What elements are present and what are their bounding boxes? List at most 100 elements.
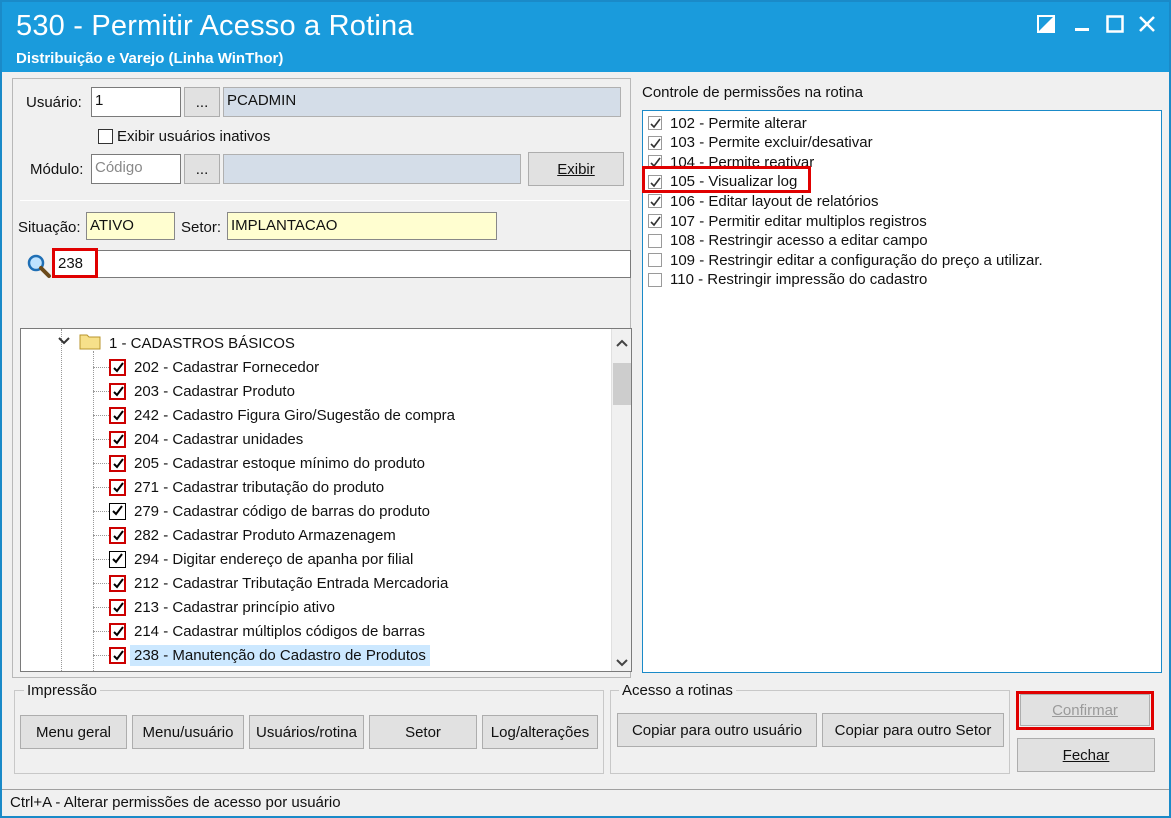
tree-item-label: 279 - Cadastrar código de barras do prod…	[134, 502, 431, 520]
permission-checkbox[interactable]	[648, 155, 662, 170]
permission-checkbox[interactable]	[648, 272, 662, 287]
copiar-usuario-button[interactable]: Copiar para outro usuário	[617, 713, 817, 747]
chevron-down-icon[interactable]	[57, 334, 71, 352]
situacao-field: ATIVO	[86, 212, 175, 240]
tree-item-checkbox[interactable]	[109, 382, 126, 400]
tree-item[interactable]: 212 - Cadastrar Tributação Entrada Merca…	[93, 571, 448, 595]
setor-button[interactable]: Setor	[369, 715, 477, 749]
permission-checkbox[interactable]	[648, 135, 662, 150]
routine-tree[interactable]: 1 - CADASTROS BÁSICOS 202 - Cadastrar Fo…	[20, 328, 632, 672]
tree-item[interactable]: 238 - Manutenção do Cadastro de Produtos	[93, 643, 430, 667]
tree-item-checkbox[interactable]	[109, 550, 126, 568]
close-icon[interactable]	[1135, 12, 1159, 36]
usuario-lookup-button[interactable]: ...	[184, 87, 220, 117]
tree-item[interactable]: 214 - Cadastrar múltiplos códigos de bar…	[93, 619, 425, 643]
tree-item[interactable]: 203 - Cadastrar Produto	[93, 379, 295, 403]
permission-checkbox[interactable]	[648, 253, 662, 268]
situacao-label: Situação:	[18, 219, 81, 236]
usuario-name-field: PCADMIN	[223, 87, 621, 117]
tree-item[interactable]: 279 - Cadastrar código de barras do prod…	[93, 499, 430, 523]
restore-layout-icon[interactable]	[1034, 12, 1058, 36]
tree-connector	[93, 462, 109, 464]
tree-item-checkbox[interactable]	[109, 598, 126, 616]
status-bar: Ctrl+A - Alterar permissões de acesso po…	[2, 789, 1169, 816]
tree-item[interactable]: 202 - Cadastrar Fornecedor	[93, 355, 319, 379]
tree-item-checkbox[interactable]	[109, 526, 126, 544]
window-title: 530 - Permitir Acesso a Rotina	[16, 10, 414, 42]
folder-icon	[79, 332, 101, 354]
permission-item[interactable]: 110 - Restringir impressão do cadastro	[648, 270, 927, 290]
permission-item[interactable]: 102 - Permite alterar	[648, 113, 807, 133]
tree-item-checkbox[interactable]	[109, 430, 126, 448]
menu-usuario-button[interactable]: Menu/usuário	[132, 715, 244, 749]
tree-connector	[93, 510, 109, 512]
menu-geral-button[interactable]: Menu geral	[20, 715, 127, 749]
permission-item[interactable]: 107 - Permitir editar multiplos registro…	[648, 211, 927, 231]
tree-item-checkbox[interactable]	[109, 454, 126, 472]
tree-item[interactable]: 294 - Digitar endereço de apanha por fil…	[93, 547, 413, 571]
tree-item[interactable]: 204 - Cadastrar unidades	[93, 427, 303, 451]
scroll-down-icon[interactable]	[615, 655, 629, 671]
tree-connector	[93, 654, 109, 656]
log-alteracoes-button[interactable]: Log/alterações	[482, 715, 598, 749]
inativos-label: Exibir usuários inativos	[117, 128, 271, 145]
exibir-button[interactable]: Exibir	[528, 152, 624, 186]
tree-item[interactable]: 213 - Cadastrar princípio ativo	[93, 595, 335, 619]
tree-item-checkbox[interactable]	[109, 406, 126, 424]
permission-item[interactable]: 103 - Permite excluir/desativar	[648, 133, 873, 153]
modulo-code-input[interactable]: Código	[91, 154, 181, 184]
tree-scrollbar[interactable]	[611, 329, 631, 671]
modulo-lookup-button[interactable]: ...	[184, 154, 220, 184]
tree-connector	[93, 582, 109, 584]
tree-connector	[93, 486, 109, 488]
permission-checkbox[interactable]	[648, 233, 662, 248]
permission-checkbox[interactable]	[648, 194, 662, 209]
copiar-setor-button[interactable]: Copiar para outro Setor	[822, 713, 1004, 747]
permission-item[interactable]: 104 - Permite reativar	[648, 152, 814, 172]
permission-item[interactable]: 106 - Editar layout de relatórios	[648, 191, 878, 211]
permission-checkbox[interactable]	[648, 214, 662, 228]
tree-item-checkbox[interactable]	[109, 502, 126, 520]
tree-item-label: 238 - Manutenção do Cadastro de Produtos	[130, 644, 430, 666]
search-input[interactable]: 238	[54, 250, 631, 278]
tree-folder-row[interactable]: 1 - CADASTROS BÁSICOS	[57, 331, 295, 355]
tree-item-partial[interactable]	[109, 667, 126, 671]
permission-label: 110 - Restringir impressão do cadastro	[670, 271, 928, 289]
window-subtitle: Distribuição e Varejo (Linha WinThor)	[16, 50, 284, 67]
setor-field: IMPLANTACAO	[227, 212, 497, 240]
tree-item-label: 204 - Cadastrar unidades	[134, 430, 304, 448]
fechar-button[interactable]: Fechar	[1017, 738, 1155, 772]
maximize-icon[interactable]	[1103, 12, 1127, 36]
permission-item[interactable]: 108 - Restringir acesso a editar campo	[648, 231, 928, 251]
confirmar-button[interactable]: Confirmar	[1020, 694, 1150, 726]
inativos-checkbox-row[interactable]: Exibir usuários inativos	[98, 128, 270, 145]
modulo-label: Módulo:	[30, 161, 84, 178]
tree-item[interactable]: 242 - Cadastro Figura Giro/Sugestão de c…	[93, 403, 455, 427]
permissions-list[interactable]: 102 - Permite alterar 103 - Permite exclu…	[642, 110, 1162, 673]
tree-scroll-thumb[interactable]	[613, 363, 631, 405]
minimize-icon[interactable]	[1070, 12, 1094, 36]
tree-item-checkbox[interactable]	[109, 622, 126, 640]
tree-item[interactable]: 271 - Cadastrar tributação do produto	[93, 475, 384, 499]
usuario-code-input[interactable]: 1	[91, 87, 181, 117]
permission-checkbox[interactable]	[648, 174, 662, 189]
tree-item[interactable]: 205 - Cadastrar estoque mínimo do produt…	[93, 451, 425, 475]
tree-item-checkbox[interactable]	[109, 358, 126, 376]
permissions-title: Controle de permissões na rotina	[642, 84, 863, 101]
permission-checkbox[interactable]	[648, 116, 662, 130]
permission-label: 108 - Restringir acesso a editar campo	[670, 232, 928, 250]
title-bar[interactable]: 530 - Permitir Acesso a Rotina Distribui…	[2, 2, 1169, 72]
permission-label: 109 - Restringir editar a configuração d…	[670, 251, 1043, 269]
tree-item-checkbox[interactable]	[109, 574, 126, 592]
permission-item[interactable]: 105 - Visualizar log	[648, 172, 797, 192]
usuario-label: Usuário:	[26, 94, 82, 111]
usuarios-rotina-button[interactable]: Usuários/rotina	[249, 715, 364, 749]
tree-item-checkbox[interactable]	[109, 646, 126, 664]
tree-item[interactable]: 282 - Cadastrar Produto Armazenagem	[93, 523, 396, 547]
tree-item-checkbox[interactable]	[109, 478, 126, 496]
scroll-up-icon[interactable]	[615, 335, 629, 352]
permission-item[interactable]: 109 - Restringir editar a configuração d…	[648, 250, 1043, 270]
tree-connector	[93, 534, 109, 536]
inativos-checkbox[interactable]	[98, 129, 113, 144]
acesso-title: Acesso a rotinas	[619, 682, 736, 699]
